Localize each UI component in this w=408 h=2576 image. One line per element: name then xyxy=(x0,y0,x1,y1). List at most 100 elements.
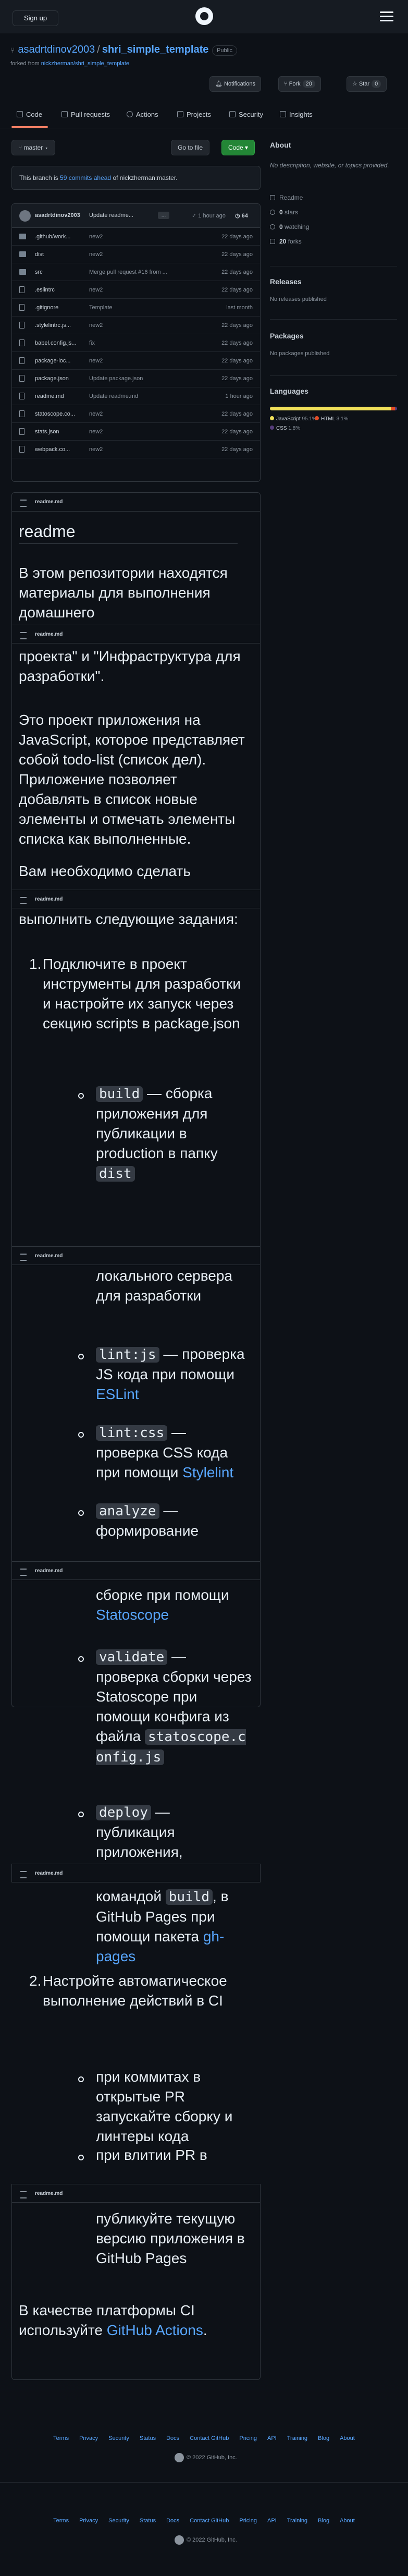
readme-link[interactable]: Readme xyxy=(270,194,303,201)
github-logo-icon[interactable] xyxy=(175,2453,184,2462)
file-commit-message[interactable]: new2 xyxy=(89,228,172,246)
releases-title[interactable]: Releases xyxy=(270,277,302,286)
file-commit-message[interactable]: Merge pull request #16 from ... xyxy=(89,263,172,281)
file-row[interactable]: src Merge pull request #16 from ... 22 day… xyxy=(12,263,260,281)
footer-link[interactable]: Security xyxy=(108,2435,129,2441)
stars-link[interactable]: 0 stars xyxy=(270,209,298,216)
statoscope-link[interactable]: Statoscope xyxy=(96,1607,169,1623)
file-row[interactable]: stats.json new2 22 days ago xyxy=(12,423,260,441)
tab-projects[interactable]: Projects xyxy=(177,111,211,118)
language-legend-item[interactable]: JavaScript 95.1% xyxy=(270,416,317,422)
language-legend-item[interactable]: HTML 3.1% xyxy=(315,416,348,422)
footer-link[interactable]: Docs xyxy=(166,2435,179,2441)
file-name-link[interactable]: .gitignore xyxy=(35,299,87,317)
github-logo-icon[interactable] xyxy=(195,7,213,25)
file-row[interactable]: .gitignore Template last month xyxy=(12,299,260,317)
stylelint-link[interactable]: Stylelint xyxy=(182,1464,233,1480)
file-commit-message[interactable]: new2 xyxy=(89,246,172,263)
github-logo-icon[interactable] xyxy=(175,2535,184,2545)
file-name-link[interactable]: src xyxy=(35,263,87,281)
file-commit-message[interactable]: fix xyxy=(89,334,172,352)
file-commit-message[interactable]: new2 xyxy=(89,441,172,458)
file-name-link[interactable]: statoscope.co... xyxy=(35,405,87,423)
packages-title[interactable]: Packages xyxy=(270,332,304,340)
footer-link[interactable]: Terms xyxy=(53,2518,69,2524)
tab-code[interactable]: Code xyxy=(17,111,42,118)
footer-link[interactable]: API xyxy=(267,2435,277,2441)
footer-link[interactable]: Blog xyxy=(318,2435,329,2441)
eslint-link[interactable]: ESLint xyxy=(96,1386,139,1402)
tab-actions[interactable]: Actions xyxy=(127,111,158,118)
file-name-link[interactable]: babel.config.js... xyxy=(35,334,87,352)
footer-link[interactable]: Privacy xyxy=(79,2435,98,2441)
file-commit-message[interactable]: new2 xyxy=(89,281,172,299)
file-name-link[interactable]: package-loc... xyxy=(35,352,87,370)
file-commit-message[interactable]: new2 xyxy=(89,317,172,334)
file-commit-message[interactable]: new2 xyxy=(89,352,172,370)
footer-link[interactable]: Status xyxy=(140,2518,156,2524)
file-row[interactable]: statoscope.co... new2 22 days ago xyxy=(12,405,260,423)
file-name-link[interactable]: readme.md xyxy=(35,387,87,405)
file-commit-message[interactable]: Update readme.md xyxy=(89,387,172,405)
footer-link[interactable]: Blog xyxy=(318,2518,329,2524)
repo-owner-link[interactable]: asadrtdinov2003 xyxy=(18,44,95,55)
file-row[interactable]: .eslintrc new2 22 days ago xyxy=(12,281,260,299)
commit-expand-button[interactable]: … xyxy=(158,212,169,219)
file-row[interactable]: readme.md Update readme.md 1 hour ago xyxy=(12,387,260,405)
github-actions-link[interactable]: GitHub Actions xyxy=(107,2322,203,2338)
footer-link[interactable]: Pricing xyxy=(239,2518,257,2524)
file-row[interactable]: dist new2 22 days ago xyxy=(12,246,260,263)
code-dropdown-button[interactable]: Code ▾ xyxy=(221,140,255,155)
footer-link[interactable]: About xyxy=(340,2435,355,2441)
footer-link[interactable]: Contact GitHub xyxy=(190,2518,229,2524)
footer-link[interactable]: Training xyxy=(287,2435,307,2441)
language-legend-item[interactable]: CSS 1.8% xyxy=(270,426,300,431)
tab-security[interactable]: Security xyxy=(229,111,263,118)
file-commit-message[interactable]: Update package.json xyxy=(89,370,172,387)
file-name-link[interactable]: webpack.co... xyxy=(35,441,87,458)
footer-link[interactable]: Security xyxy=(108,2518,129,2524)
forked-from-link[interactable]: nickzherman/shri_simple_template xyxy=(41,60,129,67)
file-row[interactable]: .github/work... new2 22 days ago xyxy=(12,228,260,246)
notifications-button[interactable]: 🔔︎ Notifications xyxy=(209,76,261,92)
footer-link[interactable]: Terms xyxy=(53,2435,69,2441)
file-row[interactable]: webpack.co... new2 22 days ago xyxy=(12,441,260,458)
footer-link[interactable]: Docs xyxy=(166,2518,179,2524)
sign-up-button[interactable]: Sign up xyxy=(13,10,58,26)
file-name-link[interactable]: .github/work... xyxy=(35,228,87,246)
file-row[interactable]: package.json Update package.json 22 days a… xyxy=(12,370,260,387)
commit-count[interactable]: ◷ 64 xyxy=(235,212,248,219)
file-name-link[interactable]: dist xyxy=(35,246,87,263)
file-name-link[interactable]: package.json xyxy=(35,370,87,387)
star-button[interactable]: ☆ Star 0 xyxy=(347,76,387,92)
footer-link[interactable]: API xyxy=(267,2518,277,2524)
commits-ahead-link[interactable]: 59 commits ahead xyxy=(60,174,111,181)
file-commit-message[interactable]: new2 xyxy=(89,423,172,441)
footer-link[interactable]: Status xyxy=(140,2435,156,2441)
branch-select-button[interactable]: ⑂ master ▾ xyxy=(11,140,55,155)
footer-link[interactable]: Contact GitHub xyxy=(190,2435,229,2441)
footer-link[interactable]: About xyxy=(340,2518,355,2524)
avatar[interactable] xyxy=(19,210,31,222)
footer-link[interactable]: Training xyxy=(287,2518,307,2524)
commit-message[interactable]: Update readme... xyxy=(89,212,133,218)
watching-link[interactable]: 0 watching xyxy=(270,223,309,230)
repo-name-link[interactable]: shri_simple_template xyxy=(102,44,209,55)
tab-insights[interactable]: Insights xyxy=(280,111,313,118)
file-row[interactable]: package-loc... new2 22 days ago xyxy=(12,352,260,370)
hamburger-menu-icon[interactable] xyxy=(380,11,393,22)
footer-link[interactable]: Pricing xyxy=(239,2435,257,2441)
forks-link[interactable]: 20 forks xyxy=(270,238,302,245)
commit-author[interactable]: asadrtdinov2003 xyxy=(35,212,80,218)
file-row[interactable]: babel.config.js... fix 22 days ago xyxy=(12,334,260,352)
fork-button[interactable]: ⑂ Fork 20 xyxy=(278,76,321,92)
file-name-link[interactable]: stats.json xyxy=(35,423,87,441)
file-row[interactable]: .stylelintrc.js... new2 22 days ago xyxy=(12,317,260,334)
file-name-link[interactable]: .stylelintrc.js... xyxy=(35,317,87,334)
footer-link[interactable]: Privacy xyxy=(79,2518,98,2524)
file-commit-message[interactable]: Template xyxy=(89,299,172,317)
file-name-link[interactable]: .eslintrc xyxy=(35,281,87,299)
tab-pull-requests[interactable]: Pull requests xyxy=(61,111,110,118)
go-to-file-button[interactable]: Go to file xyxy=(171,140,210,155)
file-commit-message[interactable]: new2 xyxy=(89,405,172,423)
